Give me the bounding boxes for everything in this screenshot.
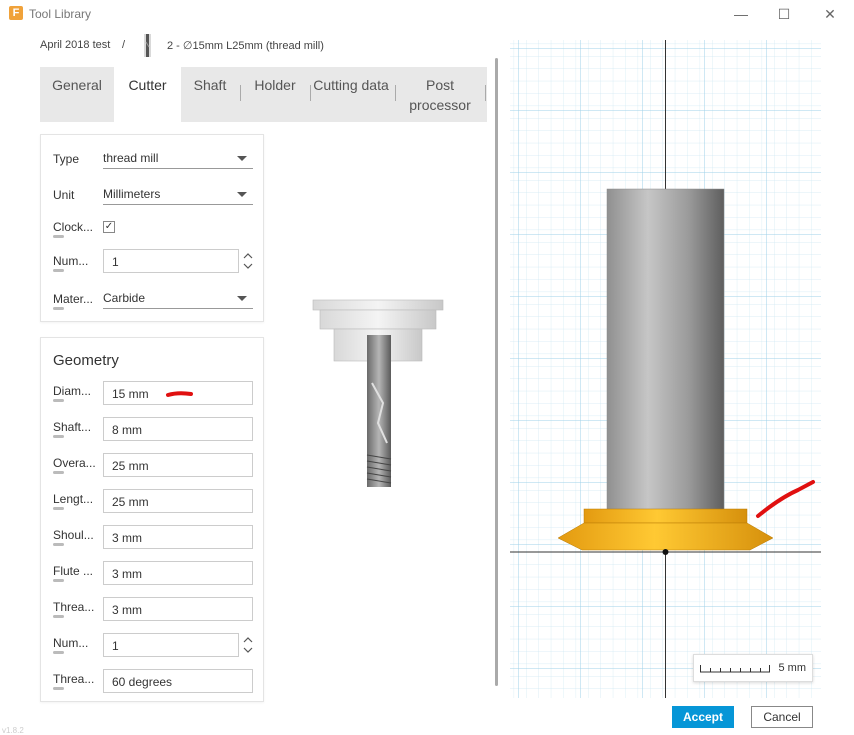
thread-angle-input[interactable]: 60 degrees (103, 669, 253, 693)
scale-indicator: 5 mm (693, 654, 813, 682)
number-of-flutes-input[interactable]: 1 (103, 249, 239, 273)
type-label: Type (53, 152, 80, 166)
cutter-settings-card: Type thread mill Unit Millimeters Clock.… (40, 134, 264, 322)
label-underline (53, 269, 64, 272)
thread-pitch-input[interactable]: 3 mm (103, 597, 253, 621)
cancel-button[interactable]: Cancel (751, 706, 813, 728)
tab-bar: General Cutter Shaft Holder Cutting data… (40, 67, 487, 122)
annotation-mark (166, 391, 193, 397)
unit-select[interactable]: Millimeters (103, 183, 253, 205)
chevron-down-icon (237, 192, 247, 197)
geometry-row-label: Flute ... (53, 564, 94, 578)
tab-divider (485, 85, 486, 101)
label-underline (53, 615, 64, 618)
tool-profile-preview[interactable] (510, 40, 821, 698)
material-label: Mater... (53, 292, 94, 306)
type-select-value: thread mill (103, 151, 159, 165)
breadcrumb-library[interactable]: April 2018 test (40, 39, 110, 51)
tab-holder[interactable]: Holder (241, 67, 309, 122)
length-below-holder-input[interactable]: 25 mm (103, 489, 253, 513)
minimize-button[interactable]: — (731, 4, 751, 24)
geometry-row-label: Shaft... (53, 420, 92, 434)
overall-length-input[interactable]: 25 mm (103, 453, 253, 477)
label-underline (53, 579, 64, 582)
version-label: v1.8.2 (2, 726, 24, 735)
label-underline (53, 543, 64, 546)
tab-shaft[interactable]: Shaft (181, 67, 239, 122)
unit-label: Unit (53, 188, 75, 202)
geometry-row-label: Threa... (53, 672, 95, 686)
geometry-row-label: Overa... (53, 456, 96, 470)
maximize-button[interactable]: ☐ (774, 4, 794, 24)
chevron-down-icon (237, 156, 247, 161)
label-underline (53, 235, 64, 238)
tab-general[interactable]: General (40, 67, 114, 122)
label-underline (53, 687, 64, 690)
tool-thumbnail-icon (144, 34, 151, 57)
close-button[interactable]: ✕ (820, 4, 840, 24)
geometry-row-label: Diam... (53, 384, 92, 398)
window-title: Tool Library (29, 7, 92, 21)
material-select[interactable]: Carbide (103, 287, 253, 309)
clockwise-label: Clock... (53, 220, 94, 234)
material-select-value: Carbide (103, 291, 146, 305)
stepper-arrows-icon[interactable] (242, 249, 254, 273)
stepper-arrows-icon[interactable] (242, 633, 254, 657)
label-underline (53, 507, 64, 510)
vertical-scrollbar[interactable] (495, 58, 498, 686)
flute-length-input[interactable]: 3 mm (103, 561, 253, 585)
label-underline (53, 307, 64, 310)
label-underline (53, 471, 64, 474)
unit-select-value: Millimeters (103, 187, 161, 201)
type-select[interactable]: thread mill (103, 147, 253, 169)
label-underline (53, 435, 64, 438)
tab-cutter[interactable]: Cutter (114, 67, 181, 122)
label-underline (53, 399, 64, 402)
shoulder-length-input[interactable]: 3 mm (103, 525, 253, 549)
label-underline (53, 651, 64, 654)
clockwise-checkbox[interactable]: ✓ (103, 221, 115, 233)
tab-cutting-data[interactable]: Cutting data (311, 67, 391, 122)
geometry-title: Geometry (53, 352, 119, 369)
geometry-card: Geometry Diam... 15 mm Shaft... 8 mm Ove… (40, 337, 264, 702)
scale-ruler-icon (700, 665, 770, 673)
geometry-row-label: Threa... (53, 600, 95, 614)
chevron-down-icon (237, 296, 247, 301)
geometry-row-label: Num... (53, 636, 89, 650)
geometry-row-label: Shoul... (53, 528, 94, 542)
number-of-teeth-input[interactable]: 1 (103, 633, 239, 657)
accept-button[interactable]: Accept (672, 706, 734, 728)
tool-assembly-thumbnail (312, 299, 444, 487)
title-bar: F Tool Library — ☐ ✕ (0, 0, 854, 28)
geometry-row-label: Lengt... (53, 492, 94, 506)
app-logo-icon: F (9, 6, 23, 20)
scale-label: 5 mm (778, 662, 807, 674)
breadcrumb-tool: 2 - ∅15mm L25mm (thread mill) (167, 40, 324, 52)
breadcrumb-separator: / (122, 39, 126, 51)
tab-post-processor[interactable]: Post processor (396, 67, 484, 122)
shaft-diameter-input[interactable]: 8 mm (103, 417, 253, 441)
number-of-flutes-label: Num... (53, 254, 89, 268)
